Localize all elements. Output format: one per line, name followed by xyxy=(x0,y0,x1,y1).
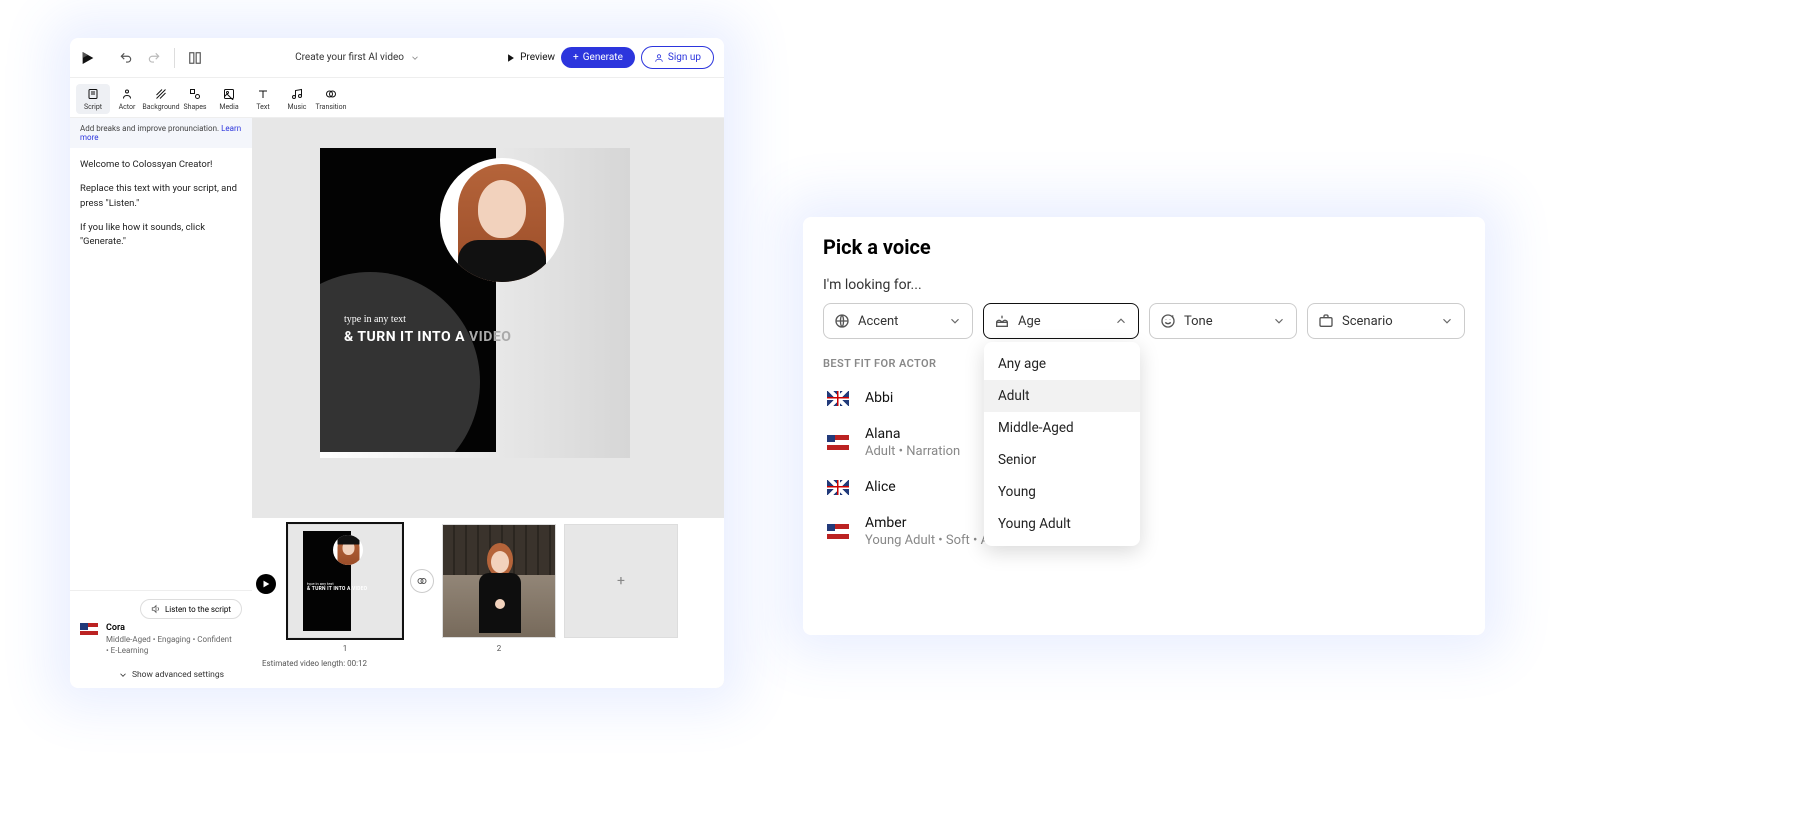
text-icon xyxy=(257,87,269,101)
timeline: type in any text& TURN IT INTO A VIDEO +… xyxy=(252,518,724,688)
chevron-down-icon xyxy=(948,314,962,328)
plus-icon: + xyxy=(573,52,579,63)
toolbar-shapes[interactable]: Shapes xyxy=(178,84,212,114)
undo-button[interactable] xyxy=(115,47,137,69)
plus-icon: + xyxy=(617,573,625,589)
voice-row-abbi[interactable]: Abbi xyxy=(823,380,1459,416)
editor-app: Create your first AI video Preview + Gen… xyxy=(70,38,724,688)
divider xyxy=(174,48,175,68)
cake-icon xyxy=(994,313,1010,329)
play-button[interactable] xyxy=(256,574,276,594)
filter-scenario[interactable]: Scenario xyxy=(1307,303,1465,339)
toolbar-script[interactable]: Script xyxy=(76,84,110,114)
flag-us-icon xyxy=(827,524,849,539)
age-option-any[interactable]: Any age xyxy=(984,348,1140,380)
flag-uk-icon xyxy=(827,480,849,495)
voice-meta: Middle-Aged • Engaging • Confident • E-L… xyxy=(106,635,236,656)
globe-icon xyxy=(834,313,850,329)
flag-us-icon xyxy=(80,623,98,635)
thumb-number-1: 1 xyxy=(288,644,402,653)
signup-button[interactable]: Sign up xyxy=(641,46,714,69)
toolbar: Script Actor Background Shapes Media Tex… xyxy=(70,78,724,118)
toolbar-music[interactable]: Music xyxy=(280,84,314,114)
selected-voice[interactable]: Cora Middle-Aged • Engaging • Confident … xyxy=(80,623,242,656)
chevron-up-icon xyxy=(1114,314,1128,328)
age-dropdown: Any age Adult Middle-Aged Senior Young Y… xyxy=(984,342,1140,546)
age-option-middle[interactable]: Middle-Aged xyxy=(984,412,1140,444)
transition-icon xyxy=(325,87,337,101)
flag-uk-icon xyxy=(827,391,849,406)
speaker-icon xyxy=(151,604,161,614)
script-icon xyxy=(87,87,99,101)
chevron-down-icon xyxy=(118,670,128,680)
smile-icon xyxy=(1160,313,1176,329)
voice-picker: Pick a voice I'm looking for... Accent A… xyxy=(803,217,1485,635)
flag-us-icon xyxy=(827,435,849,450)
toolbar-text[interactable]: Text xyxy=(246,84,280,114)
hint-bar: Add breaks and improve pronunciation. Le… xyxy=(70,118,252,148)
stage-text: type in any text & TURN IT INTO A VIDEO xyxy=(344,314,511,346)
chevron-down-icon xyxy=(1272,314,1286,328)
scene-thumb-1[interactable]: type in any text& TURN IT INTO A VIDEO xyxy=(288,524,402,638)
voice-list[interactable]: Abbi AlanaAdult • Narration Alice AmberY… xyxy=(823,380,1465,620)
advanced-settings-toggle[interactable]: Show advanced settings xyxy=(80,670,242,680)
layout-toggle-button[interactable] xyxy=(184,47,206,69)
play-icon xyxy=(506,53,516,63)
voice-row-alice[interactable]: Alice xyxy=(823,469,1459,505)
age-option-senior[interactable]: Senior xyxy=(984,444,1140,476)
thumb-number-2: 2 xyxy=(442,644,556,653)
estimated-length: Estimated video length: 00:12 xyxy=(262,659,718,668)
age-option-adult[interactable]: Adult xyxy=(984,380,1140,412)
chevron-down-icon xyxy=(410,53,420,63)
user-icon xyxy=(654,53,664,63)
editor-body: Add breaks and improve pronunciation. Le… xyxy=(70,118,724,688)
stage-preview: type in any text & TURN IT INTO A VIDEO xyxy=(320,148,630,458)
toolbar-media[interactable]: Media xyxy=(212,84,246,114)
voice-row-alana[interactable]: AlanaAdult • Narration xyxy=(823,416,1459,469)
generate-button[interactable]: + Generate xyxy=(561,47,635,68)
canvas[interactable]: type in any text & TURN IT INTO A VIDEO … xyxy=(252,118,724,688)
media-icon xyxy=(223,87,235,101)
sidebar-footer: Listen to the script Cora Middle-Aged • … xyxy=(70,590,252,688)
filter-age[interactable]: Age Any age Adult Middle-Aged Senior You… xyxy=(983,303,1139,339)
project-title-dropdown[interactable]: Create your first AI video xyxy=(209,52,506,63)
add-scene-button[interactable]: + xyxy=(564,524,678,638)
shapes-icon xyxy=(189,87,201,101)
toolbar-background[interactable]: Background xyxy=(144,84,178,114)
preview-button[interactable]: Preview xyxy=(506,52,555,63)
toolbar-actor[interactable]: Actor xyxy=(110,84,144,114)
app-header: Create your first AI video Preview + Gen… xyxy=(70,38,724,78)
app-logo-icon xyxy=(80,50,96,66)
filter-accent[interactable]: Accent xyxy=(823,303,973,339)
redo-button[interactable] xyxy=(143,47,165,69)
voice-filters: Accent Age Any age Adult Middle-Aged Sen… xyxy=(823,303,1465,339)
chevron-down-icon xyxy=(1440,314,1454,328)
music-icon xyxy=(291,87,303,101)
briefcase-icon xyxy=(1318,313,1334,329)
script-textarea[interactable]: Welcome to Colossyan Creator! Replace th… xyxy=(70,148,252,590)
transition-button[interactable] xyxy=(410,569,434,593)
listen-button[interactable]: Listen to the script xyxy=(140,599,242,619)
script-sidebar: Add breaks and improve pronunciation. Le… xyxy=(70,118,252,688)
voice-row-amber[interactable]: AmberYoung Adult • Soft • Assistant xyxy=(823,505,1459,558)
best-fit-label: BEST FIT FOR ACTOR xyxy=(823,357,1465,370)
age-option-young[interactable]: Young xyxy=(984,476,1140,508)
age-option-youngadult[interactable]: Young Adult xyxy=(984,508,1140,540)
actor-avatar xyxy=(440,158,564,282)
filter-tone[interactable]: Tone xyxy=(1149,303,1297,339)
scene-thumb-2[interactable] xyxy=(442,524,556,638)
actor-icon xyxy=(121,87,133,101)
header-actions: Preview + Generate Sign up xyxy=(506,46,714,69)
toolbar-transition[interactable]: Transition xyxy=(314,84,348,114)
looking-for-label: I'm looking for... xyxy=(823,277,1465,293)
background-icon xyxy=(155,87,167,101)
voice-picker-title: Pick a voice xyxy=(823,235,1465,259)
voice-name: Cora xyxy=(106,623,236,633)
project-title: Create your first AI video xyxy=(295,52,404,63)
